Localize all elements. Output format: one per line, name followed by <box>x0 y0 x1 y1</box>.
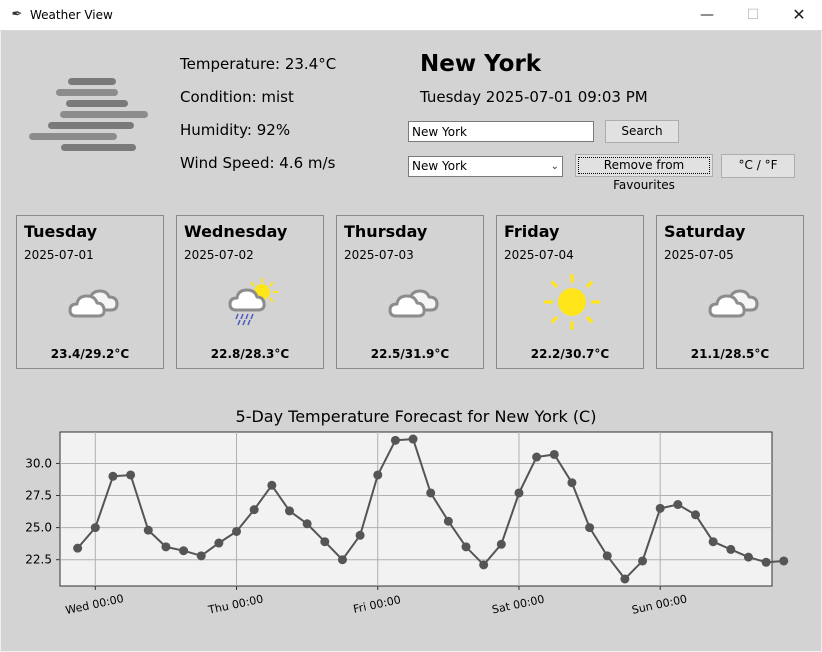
data-point <box>373 470 383 480</box>
partly-sunny-rain-icon <box>228 278 278 326</box>
forecast-day: Wednesday <box>184 222 288 241</box>
data-point <box>655 503 665 513</box>
chevron-down-icon: ⌄ <box>550 161 559 172</box>
forecast-day: Friday <box>504 222 560 241</box>
mist-icon <box>29 78 148 151</box>
forecast-date: 2025-07-01 <box>24 248 94 262</box>
forecast-card-tuesday: Tuesday 2025-07-01 23.4/29.2°C <box>16 215 164 369</box>
data-point <box>390 435 400 445</box>
data-point <box>602 551 612 561</box>
forecast-date: 2025-07-05 <box>664 248 734 262</box>
forecast-temps: 22.8/28.3°C <box>210 347 290 361</box>
data-point <box>761 557 771 567</box>
data-point <box>496 539 506 549</box>
data-point <box>673 500 683 510</box>
forecast-card-thursday: Thursday 2025-07-03 22.5/31.9°C <box>336 215 484 369</box>
maximize-button[interactable]: ☐ <box>730 0 776 30</box>
forecast-temps: 21.1/28.5°C <box>690 347 770 361</box>
data-point <box>461 542 471 552</box>
data-point <box>232 526 242 536</box>
data-point <box>73 543 83 553</box>
forecast-temps: 22.5/31.9°C <box>370 347 450 361</box>
data-point <box>143 525 153 535</box>
forecast-day: Saturday <box>664 222 746 241</box>
cloudy-icon <box>708 289 759 318</box>
data-point <box>214 538 224 548</box>
data-point <box>532 452 542 462</box>
sun-icon <box>544 274 600 330</box>
data-point <box>196 551 206 561</box>
close-button[interactable]: ✕ <box>776 0 822 30</box>
forecast-card-saturday: Saturday 2025-07-05 21.1/28.5°C <box>656 215 804 369</box>
city-title: New York <box>420 51 542 77</box>
y-tick-label: 27.5 <box>25 489 52 503</box>
forecast-card-wednesday: Wednesday 2025-07-02 22.8/28.3°C <box>176 215 324 369</box>
window-title: Weather View <box>30 8 113 22</box>
x-tick-label: Sun 00:00 <box>631 592 689 616</box>
forecast-day: Tuesday <box>24 222 98 241</box>
data-point <box>161 542 171 552</box>
humidity-label: Humidity: 92% <box>180 121 291 139</box>
forecast-temps: 22.2/30.7°C <box>530 347 610 361</box>
data-point <box>90 523 100 533</box>
temperature-chart: 5-Day Temperature Forecast for New York … <box>25 407 789 617</box>
data-point <box>249 505 259 515</box>
condition-label: Condition: mist <box>180 88 294 106</box>
data-point <box>443 516 453 526</box>
cloudy-icon <box>68 289 119 318</box>
x-tick-label: Sat 00:00 <box>491 593 546 617</box>
forecast-date: 2025-07-03 <box>344 248 414 262</box>
forecast-card-friday: Friday 2025-07-04 22.2/30.7°C <box>496 215 644 369</box>
data-point <box>479 560 489 570</box>
unit-toggle-button[interactable]: °C / °F <box>721 154 795 178</box>
data-point <box>426 488 436 498</box>
forecast-date: 2025-07-04 <box>504 248 574 262</box>
data-point <box>585 523 595 533</box>
data-point <box>691 510 701 520</box>
data-point <box>567 478 577 488</box>
temperature-label: Temperature: 23.4°C <box>180 55 337 73</box>
forecast-day: Thursday <box>344 222 428 241</box>
data-point <box>337 555 347 565</box>
data-point <box>779 556 789 566</box>
data-point <box>549 449 559 459</box>
search-button[interactable]: Search <box>605 120 679 143</box>
feather-icon: ✒ <box>11 7 23 22</box>
data-point <box>355 530 365 540</box>
cloudy-icon <box>388 289 439 318</box>
city-search-input[interactable] <box>408 121 594 142</box>
forecast-temps: 23.4/29.2°C <box>50 347 130 361</box>
date-time-label: Tuesday 2025-07-01 09:03 PM <box>420 88 648 106</box>
data-point <box>726 544 736 554</box>
favourites-selected: New York <box>412 159 467 173</box>
main-panel: Temperature: 23.4°C Condition: mist Humi… <box>1 31 821 651</box>
data-point <box>320 537 330 547</box>
data-point <box>408 434 418 444</box>
data-point <box>284 506 294 516</box>
plot-area <box>59 431 773 587</box>
y-tick-label: 25.0 <box>25 521 52 535</box>
remove-favourite-button[interactable]: Remove from Favourites <box>575 154 713 192</box>
title-bar: ✒ Weather View — ☐ ✕ <box>0 0 822 31</box>
x-tick-label: Thu 00:00 <box>206 592 264 617</box>
wind-speed-label: Wind Speed: 4.6 m/s <box>180 154 336 172</box>
favourites-dropdown[interactable]: New York ⌄ <box>408 156 563 177</box>
x-tick-label: Fri 00:00 <box>352 593 402 616</box>
y-tick-label: 30.0 <box>25 456 52 470</box>
data-point <box>302 519 312 529</box>
data-point <box>743 552 753 562</box>
minimize-button[interactable]: — <box>684 0 730 30</box>
chart-title: 5-Day Temperature Forecast for New York … <box>236 407 597 426</box>
data-point <box>179 546 189 556</box>
data-point <box>267 480 277 490</box>
x-tick-label: Wed 00:00 <box>64 592 125 617</box>
data-point <box>708 537 718 547</box>
data-point <box>126 470 136 480</box>
forecast-date: 2025-07-02 <box>184 248 254 262</box>
y-tick-label: 22.5 <box>25 553 52 567</box>
data-point <box>620 574 630 584</box>
data-point <box>108 471 118 481</box>
data-point <box>638 556 648 566</box>
data-point <box>514 488 524 498</box>
